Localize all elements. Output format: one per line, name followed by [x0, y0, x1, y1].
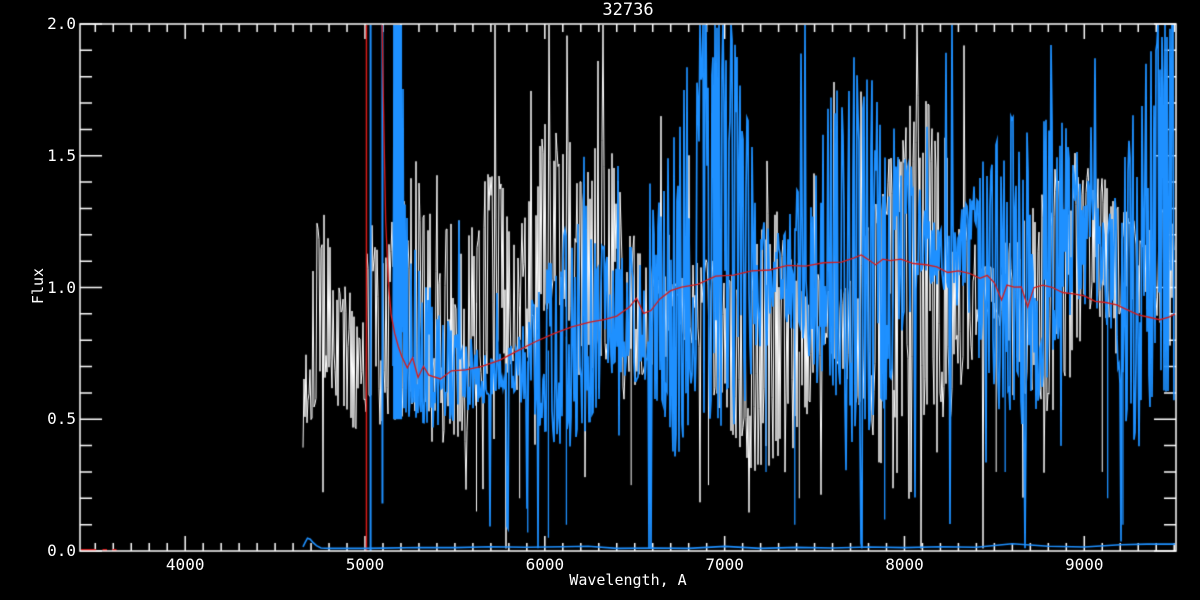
x-tick-label: 4000: [165, 555, 205, 574]
x-tick-label: 6000: [525, 555, 565, 574]
x-tick-label: 7000: [705, 555, 744, 574]
plot-title: 32736: [602, 0, 654, 20]
x-tick-label: 8000: [885, 555, 924, 574]
y-tick-label: 0.0: [47, 541, 76, 560]
x-axis-label: Wavelength, A: [569, 571, 687, 589]
spectrum-figure: 32736 Flux Wavelength, A 0.0 0.5 1.0 1.5 2.0…: [0, 0, 1200, 600]
x-tick-label: 5000: [345, 555, 385, 574]
spectrum-plot-canvas: [0, 0, 1200, 600]
y-tick-label: 1.0: [47, 277, 76, 297]
y-tick-label: 2.0: [47, 14, 76, 33]
x-tick-label: 9000: [1065, 555, 1104, 574]
y-tick-label: 1.5: [47, 145, 76, 165]
y-tick-label: 0.5: [47, 409, 76, 429]
